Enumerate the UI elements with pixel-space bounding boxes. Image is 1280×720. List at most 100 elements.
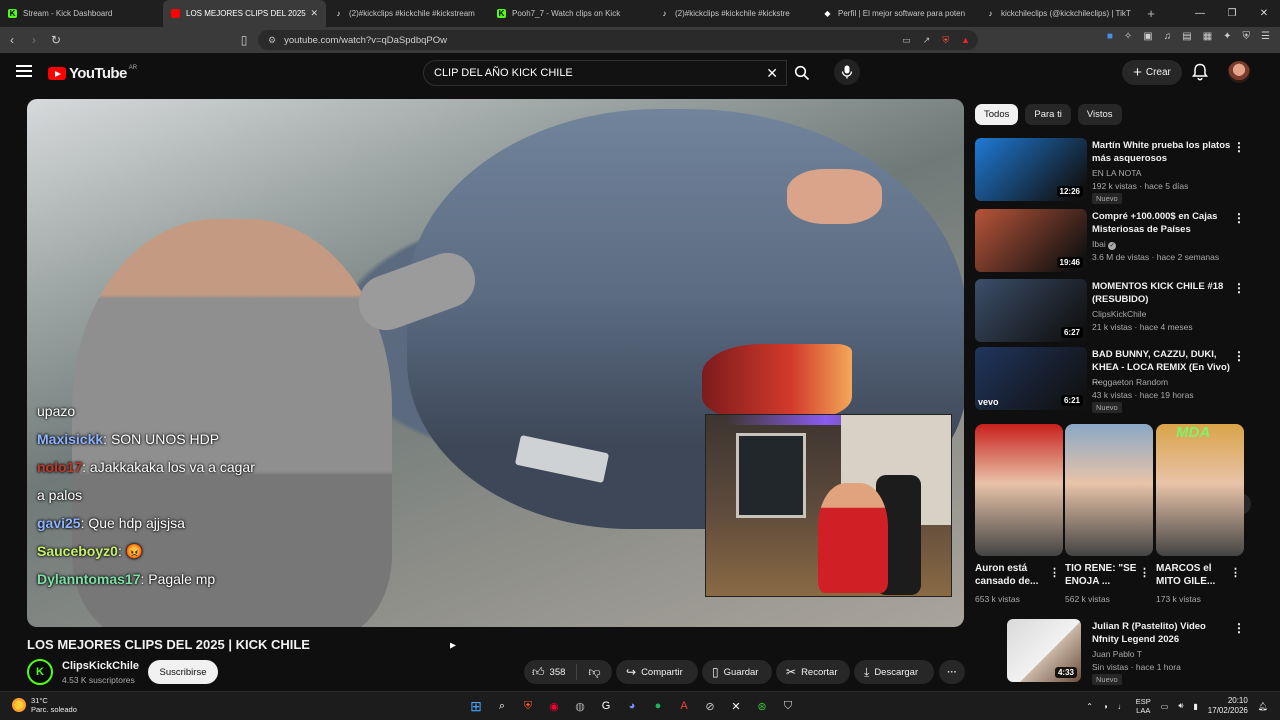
short-thumbnail[interactable] [975, 424, 1063, 556]
wallet-icon[interactable]: ▦ [1203, 31, 1212, 42]
browser-tab[interactable]: LOS MEJORES CLIPS DEL 2025 ✕ [163, 0, 326, 27]
reload-icon[interactable]: ↻ [46, 33, 66, 47]
like-icon[interactable]: 👍︎ [532, 665, 545, 680]
volume-icon[interactable]: 🔊︎ [1178, 701, 1183, 711]
address-field[interactable]: ⚙ youtube.com/watch?v=qDaSpdbqPOw ▭ ↗ ⛨ … [258, 30, 978, 50]
short-title[interactable]: TIO RENE: "SE ENOJA ... [1065, 562, 1140, 588]
vpn-icon[interactable]: ⛨ [1243, 31, 1251, 42]
sidebar-icon[interactable]: ▤ [1182, 31, 1191, 42]
filter-chip[interactable]: Para ti [1025, 104, 1071, 125]
windows-start-icon[interactable]: ⊞ [466, 696, 486, 716]
voice-search-button[interactable] [834, 59, 860, 85]
kebab-menu-icon[interactable]: ⋮ [1233, 349, 1245, 363]
mic-tray-icon[interactable]: ♩ [1118, 702, 1126, 711]
extension-icon[interactable]: ■ [1107, 31, 1113, 42]
browser-tab[interactable]: ♪ (2)#kickclips #kickchile #kickstre [652, 0, 815, 27]
short-thumbnail[interactable]: MDA [1156, 424, 1244, 556]
brave-rewards-icon[interactable]: ▲ [961, 35, 970, 46]
opera-icon[interactable]: ◉ [544, 696, 564, 716]
browser-tab[interactable]: ♪ (2)#kickclips #kickchile #kickstream [326, 0, 489, 27]
youtube-logo[interactable]: YouTube AR [48, 65, 137, 82]
filter-chip[interactable]: Vistos [1077, 104, 1122, 125]
back-icon[interactable]: ‹ [2, 33, 22, 47]
kebab-menu-icon[interactable]: ⋮ [1233, 211, 1245, 225]
xbox-icon[interactable]: ⊛ [752, 696, 772, 716]
screenshot-icon[interactable]: ▣ [1143, 31, 1152, 42]
short-thumbnail[interactable] [1065, 424, 1153, 556]
account-avatar[interactable] [1228, 61, 1250, 83]
channel-avatar[interactable]: K [27, 659, 53, 685]
vpn-app-icon[interactable]: ⛉ [778, 696, 798, 716]
minimize-button[interactable]: — [1184, 0, 1216, 27]
more-actions-button[interactable]: ··· [939, 660, 965, 684]
clock[interactable]: 20:10 17/02/2026 [1208, 696, 1248, 716]
network-icon[interactable]: ▭ [1161, 702, 1169, 711]
clip-button[interactable]: ✂ Recortar [776, 660, 850, 684]
search-input[interactable]: CLIP DEL AÑO KICK CHILE ✕ [423, 60, 787, 86]
subscribe-button[interactable]: Suscribirse [148, 660, 218, 684]
recommendation-item[interactable]: 4:33 Julian R (Pastelito) Video Nfnity L… [975, 619, 1265, 685]
bookmark-icon[interactable]: ▯ [234, 33, 254, 47]
maximize-button[interactable]: ❐ [1216, 0, 1248, 27]
capcut-icon[interactable]: ✕ [726, 696, 746, 716]
hamburger-menu-icon[interactable] [16, 65, 32, 79]
kebab-menu-icon[interactable]: ⋮ [1230, 566, 1241, 579]
site-info-icon[interactable]: ⚙ [268, 35, 276, 46]
adobe-icon[interactable]: A [674, 696, 694, 716]
short-title[interactable]: MARCOS el MITO GILE... [1156, 562, 1231, 588]
kebab-menu-icon[interactable]: ⋮ [1049, 566, 1060, 579]
save-label: Guardar [723, 666, 759, 678]
cast-icon[interactable]: ▭ [902, 35, 911, 46]
filter-chip[interactable]: Todos [975, 104, 1019, 125]
create-button[interactable]: + Crear [1122, 60, 1182, 85]
share-button[interactable]: ↪ Compartir [616, 660, 698, 684]
video-player[interactable]: upazo Maxisickk: SON UNOS HDP nolo17: aJak… [27, 99, 964, 627]
discord-icon[interactable]: ◕ [622, 696, 642, 716]
recommendation-item[interactable]: 12:26 Martín White prueba los platos más… [975, 138, 1265, 204]
close-window-button[interactable]: ✕ [1248, 0, 1280, 27]
leo-icon[interactable]: ✦ [1223, 31, 1231, 42]
short-title[interactable]: Auron está cansado de... [975, 562, 1050, 588]
like-count[interactable]: 358 [550, 667, 566, 678]
search-button[interactable] [787, 60, 817, 86]
battery-icon[interactable]: ▮ [1193, 702, 1197, 711]
browser-tab[interactable]: ♪ kickchileclips (@kickchileclips) | TikT [978, 0, 1141, 27]
channel-name[interactable]: ClipsKickChile [62, 660, 139, 672]
grok-icon[interactable]: G [596, 696, 616, 716]
clear-search-icon[interactable]: ✕ [766, 65, 778, 82]
puzzle-icon[interactable]: ✧ [1124, 31, 1132, 42]
tray-app-icon[interactable]: ◑ [1103, 702, 1108, 711]
notification-bell-icon[interactable]: 🔔︎ [1258, 702, 1268, 711]
recommendation-item[interactable]: vevo 6:21 BAD BUNNY, CAZZU, DUKI, KHEA -… [975, 347, 1265, 413]
kebab-menu-icon[interactable]: ⋮ [1233, 281, 1245, 295]
forward-icon[interactable]: › [24, 33, 44, 47]
kebab-menu-icon[interactable]: ⋮ [1233, 621, 1245, 635]
brave-browser-icon[interactable]: ⛨ [518, 696, 538, 716]
save-button[interactable]: ▯ Guardar [702, 660, 772, 684]
chat-text: : Que hdp ajjsjsa [80, 515, 185, 531]
new-tab-button[interactable]: + [1141, 6, 1161, 21]
recommendation-item[interactable]: 6:27 MOMENTOS KICK CHILE #18 (RESUBIDO) … [975, 279, 1265, 343]
share-icon[interactable]: ↗ [923, 35, 931, 46]
spotify-icon[interactable]: ● [648, 696, 668, 716]
brave-shield-icon[interactable]: ⛨ [942, 35, 949, 46]
language-indicator[interactable]: ESP LAA [1136, 697, 1151, 715]
tray-chevron-icon[interactable]: ⌃ [1086, 702, 1093, 711]
browser-tab[interactable]: K Stream - Kick Dashboard [0, 0, 163, 27]
dislike-icon[interactable]: 👎︎ [588, 665, 600, 680]
browser-tab[interactable]: K Pooh7_7 - Watch clips on Kick [489, 0, 652, 27]
weather-widget[interactable]: 31°C Parc. soleado [12, 696, 77, 714]
obs-icon[interactable]: ◍ [570, 696, 590, 716]
kebab-menu-icon[interactable]: ⋮ [1233, 140, 1245, 154]
browser-tab[interactable]: ◆ Perfil | El mejor software para poten [815, 0, 978, 27]
close-tab-icon[interactable]: ✕ [310, 8, 318, 19]
menu-icon[interactable]: ☰ [1261, 31, 1270, 42]
notifications-button[interactable] [1192, 63, 1208, 86]
kebab-menu-icon[interactable]: ⋮ [1139, 566, 1150, 579]
recommendation-item[interactable]: 19:46 Compré +100.000$ en Cajas Misterio… [975, 209, 1265, 273]
steam-icon[interactable]: ⊘ [700, 696, 720, 716]
recommendation-meta: 43 k vistas · hace 19 horas [1092, 390, 1194, 400]
download-button[interactable]: ⤓ Descargar [854, 660, 934, 684]
taskbar-search-icon[interactable]: ⌕ [492, 696, 512, 716]
media-icon[interactable]: ♫ [1164, 31, 1172, 42]
